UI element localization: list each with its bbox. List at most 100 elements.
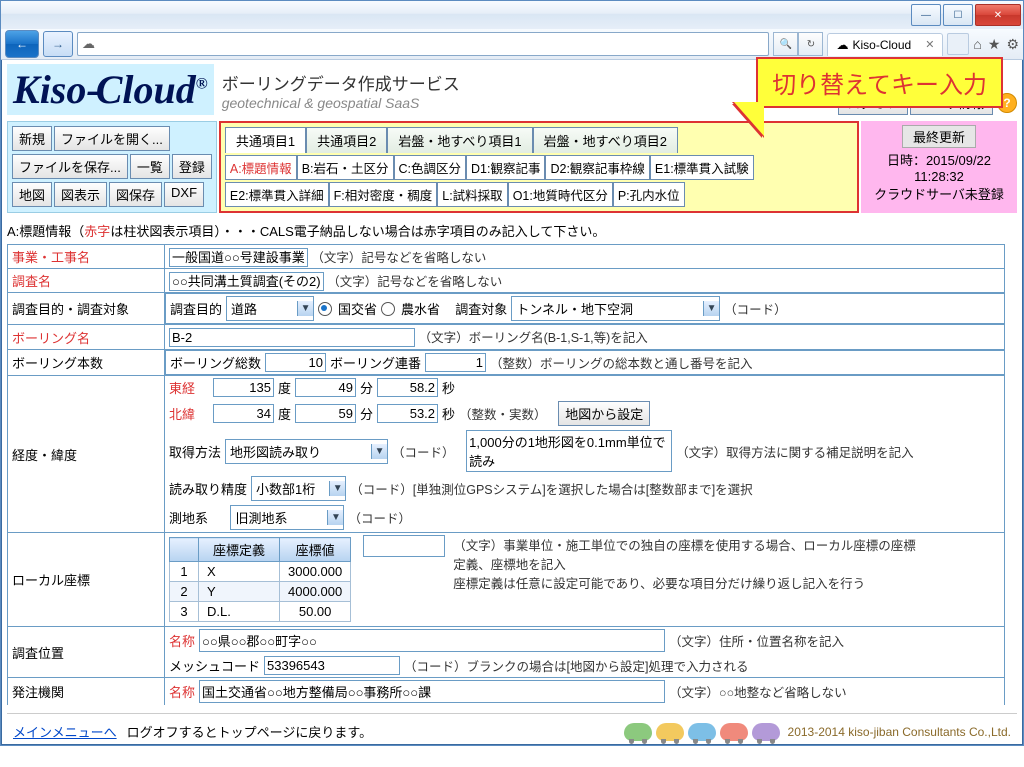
maximize-button[interactable]: ☐ <box>943 4 973 26</box>
footer-note: ログオフするとトップページに戻ります。 <box>127 722 372 741</box>
new-button[interactable]: 新規 <box>12 126 52 151</box>
note-local-coord: （文字）事業単位・施工単位での独自の座標を使用する場合、ローカル座標の座標定義、… <box>453 535 923 592</box>
main-menu-link[interactable]: メインメニューへ <box>13 722 117 741</box>
top-tab-2[interactable]: 共通項目2 <box>306 127 387 153</box>
minimize-button[interactable]: — <box>911 4 941 26</box>
subtab-e2[interactable]: E2:標準貫入詳細 <box>225 182 329 207</box>
browser-menu-icons: ⌂ ★ ⚙ <box>973 36 1019 53</box>
select-precision[interactable]: 小数部1桁▼ <box>251 476 346 501</box>
browser-tab[interactable]: ☁ Kiso-Cloud ✕ <box>827 33 943 56</box>
note-boring-name: （文字）ボーリング名(B-1,S-1,等)を記入 <box>419 331 648 345</box>
top-tab-3[interactable]: 岩盤・地すべり項目1 <box>387 127 532 153</box>
section-title: A:標題情報（赤字は柱状図表示項目）・・・CALS電子納品しない場合は赤字項目の… <box>7 221 1017 240</box>
purpose-sublabel: 調査目的 <box>170 299 222 318</box>
target-sublabel: 調査対象 <box>455 299 507 318</box>
save-view-button[interactable]: 図保存 <box>109 182 162 207</box>
location-name-label: 名称 <box>169 631 195 650</box>
subtab-l[interactable]: L:試料採取 <box>437 182 507 207</box>
input-method-scale[interactable]: 1,000分の1地形図を0.1mm単位で読み <box>466 430 672 472</box>
update-status-panel: 最終更新 日時：2015/09/22 11:28:32 クラウドサーバ未登録 <box>861 121 1017 213</box>
tab-close-icon[interactable]: ✕ <box>925 38 934 51</box>
select-datum[interactable]: 旧測地系▼ <box>230 505 344 530</box>
input-east-min[interactable]: 49 <box>295 378 356 397</box>
dxf-button[interactable]: DXF <box>164 182 204 207</box>
input-project[interactable]: 一般国道○○号建設事業 <box>169 248 308 267</box>
input-east-sec[interactable]: 58.2 <box>377 378 438 397</box>
unit-min: 分 <box>360 378 373 397</box>
note-precision: （コード）[単独測位GPSシステム]を選択した場合は[整数部まで]を選択 <box>350 479 752 498</box>
subtab-a[interactable]: A:標題情報 <box>225 155 297 180</box>
tools-icon[interactable]: ⚙ <box>1006 36 1019 53</box>
close-button[interactable]: ✕ <box>975 4 1021 26</box>
page-footer: メインメニューへ ログオフするとトップページに戻ります。 2013-2014 k… <box>7 713 1017 745</box>
label-boring-count: ボーリング本数 <box>8 350 165 376</box>
forward-button[interactable]: → <box>43 31 73 57</box>
input-client[interactable]: 国土交通省○○地方整備局○○事務所○○課 <box>199 680 665 703</box>
subtab-e1[interactable]: E1:標準貫入試験 <box>650 155 754 180</box>
subtab-f[interactable]: F:相対密度・稠度 <box>329 182 438 207</box>
radio-maff[interactable] <box>381 302 395 316</box>
subtab-d2[interactable]: D2:観察記事枠線 <box>545 155 649 180</box>
client-name-label: 名称 <box>169 682 195 701</box>
back-button[interactable]: ← <box>5 30 39 58</box>
address-bar[interactable]: ☁ <box>77 32 769 56</box>
local-coord-table: 座標定義座標値 1X3000.000 2Y4000.000 3D.L.50.00 <box>169 537 351 622</box>
input-north-min[interactable]: 59 <box>295 404 356 423</box>
new-tab-button[interactable] <box>947 33 969 55</box>
input-north-deg[interactable]: 34 <box>213 404 274 423</box>
search-refresh-group[interactable]: 🔍↻ <box>773 32 823 56</box>
radio-maff-label: 農水省 <box>401 299 440 318</box>
select-purpose[interactable]: 道路▼ <box>226 296 314 321</box>
input-east-deg[interactable]: 135 <box>213 378 274 397</box>
unit-deg2: 度 <box>278 404 291 423</box>
save-file-button[interactable]: ファイルを保存... <box>12 154 128 179</box>
decorative-clouds-icon <box>624 723 780 741</box>
top-tab-1[interactable]: 共通項目1 <box>225 127 306 153</box>
unit-sec: 秒 <box>442 378 455 397</box>
home-icon[interactable]: ⌂ <box>973 36 981 53</box>
local-coord-add[interactable] <box>363 535 445 557</box>
label-latlon: 経度・緯度 <box>8 376 165 533</box>
input-north-sec[interactable]: 53.2 <box>377 404 438 423</box>
total-label: ボーリング総数 <box>170 353 261 372</box>
east-lon-label: 東経 <box>169 378 209 397</box>
note-location: （文字）住所・位置名称を記入 <box>669 631 844 650</box>
map-set-button[interactable]: 地図から設定 <box>558 401 650 426</box>
input-seq[interactable]: 1 <box>425 353 486 372</box>
input-boring-name[interactable]: B-2 <box>169 328 415 347</box>
input-location-name[interactable]: ○○県○○郡○○町字○○ <box>199 629 665 652</box>
input-survey[interactable]: ○○共同溝土質調査(その2) <box>169 272 324 291</box>
subtab-p[interactable]: P:孔内水位 <box>613 182 685 207</box>
select-target[interactable]: トンネル・地下空洞▼ <box>511 296 720 321</box>
cloud-register-status: クラウドサーバ未登録 <box>869 184 1009 203</box>
window-titlebar: — ☐ ✕ <box>1 1 1023 29</box>
code-note-1: （コード） <box>724 299 787 318</box>
tab-favicon-icon: ☁ <box>836 38 848 52</box>
top-tab-4[interactable]: 岩盤・地すべり項目2 <box>533 127 678 153</box>
favorites-icon[interactable]: ★ <box>988 36 1001 53</box>
label-purpose: 調査目的・調査対象 <box>8 293 165 325</box>
input-total[interactable]: 10 <box>265 353 326 372</box>
select-method[interactable]: 地形図読み取り▼ <box>225 439 388 464</box>
subtab-d1[interactable]: D1:観察記事 <box>466 155 545 180</box>
view-button[interactable]: 図表示 <box>54 182 107 207</box>
note-meshcode: （コード）ブランクの場合は[地図から設定]処理で入力される <box>404 656 748 675</box>
subtab-b[interactable]: B:岩石・土区分 <box>297 155 394 180</box>
app-logo: Kiso-Cloud® <box>7 64 214 115</box>
label-project: 事業・工事名 <box>8 245 165 269</box>
precision-label: 読み取り精度 <box>169 479 247 498</box>
note-project: （文字）記号などを省略しない <box>311 251 486 265</box>
register-button[interactable]: 登録 <box>172 154 212 179</box>
method-label: 取得方法 <box>169 442 221 461</box>
input-meshcode[interactable]: 53396543 <box>264 656 400 675</box>
radio-mlit-label: 国交省 <box>338 299 377 318</box>
subtab-c[interactable]: C:色調区分 <box>394 155 467 180</box>
note-intreal: （整数・実数） <box>459 404 547 423</box>
subtab-o1[interactable]: O1:地質時代区分 <box>508 182 613 207</box>
copyright-text: 2013-2014 kiso-jiban Consultants Co.,Ltd… <box>788 725 1011 739</box>
list-button[interactable]: 一覧 <box>130 154 170 179</box>
radio-mlit[interactable] <box>318 302 332 316</box>
map-button[interactable]: 地図 <box>12 182 52 207</box>
note-client: （文字）○○地整など省略しない <box>669 682 847 701</box>
open-file-button[interactable]: ファイルを開く... <box>54 126 170 151</box>
